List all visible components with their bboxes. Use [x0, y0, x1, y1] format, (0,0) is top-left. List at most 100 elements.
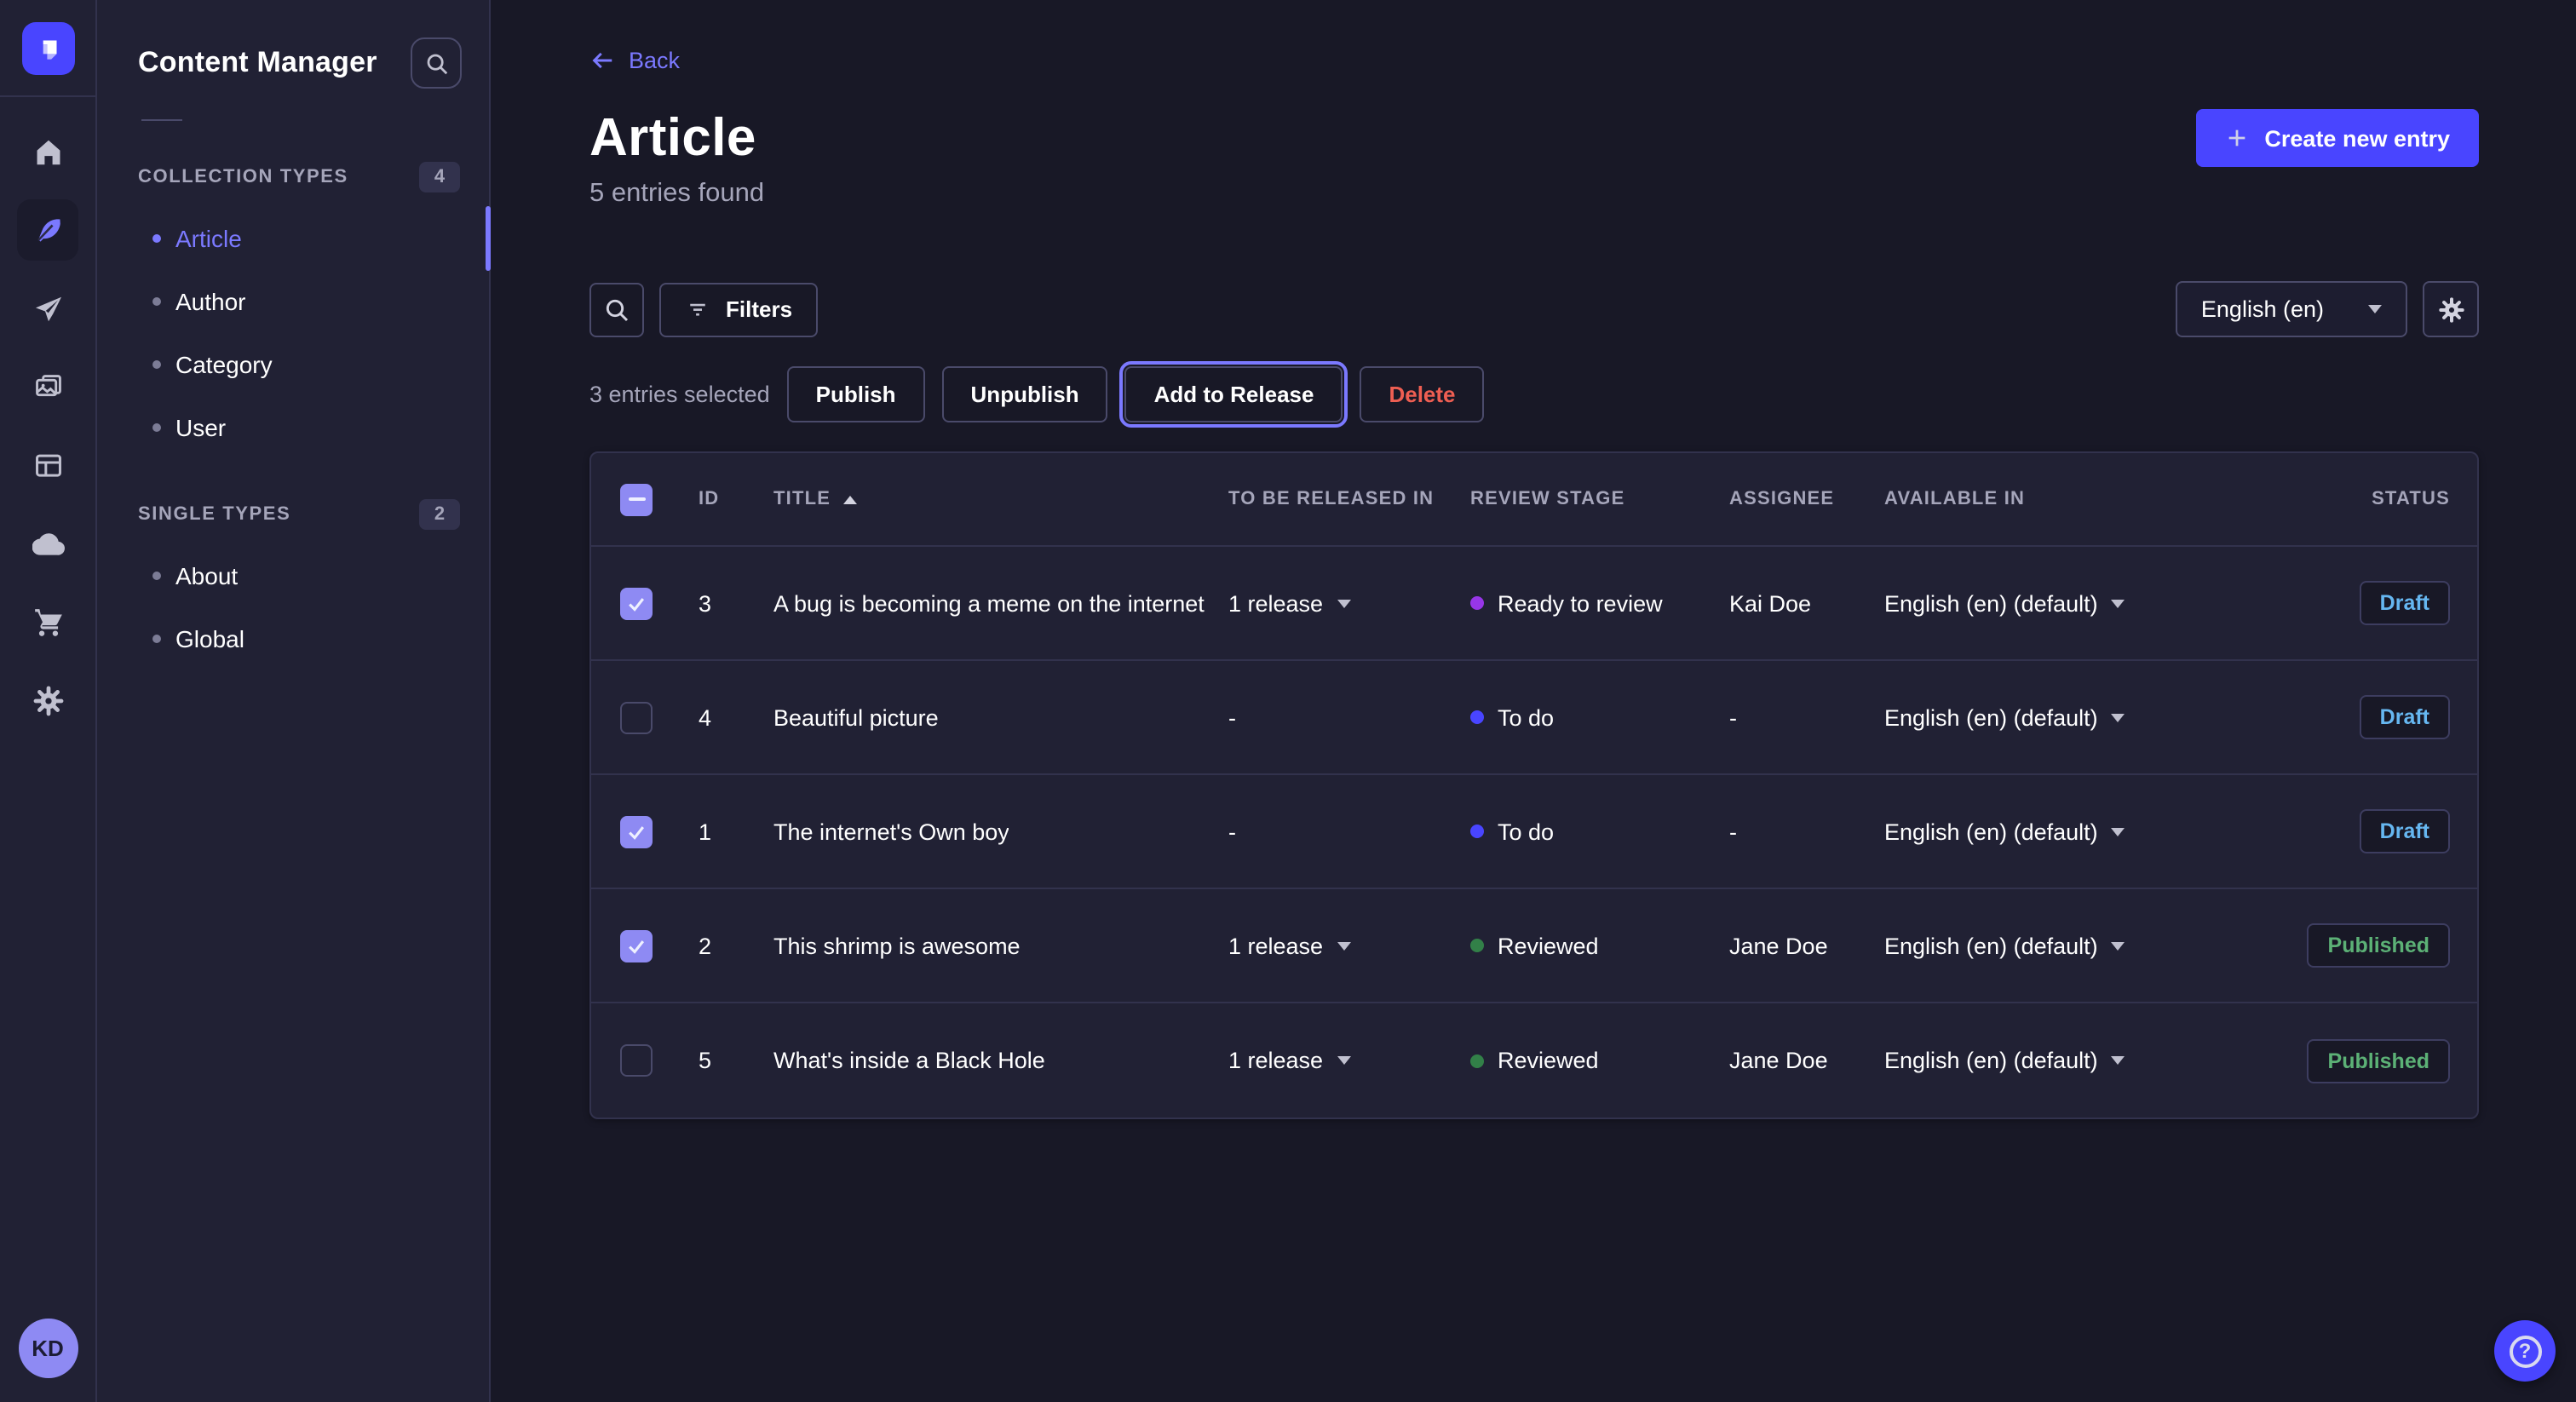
- status-badge: Draft: [2360, 809, 2450, 853]
- row-checkbox[interactable]: [620, 929, 653, 962]
- table-row[interactable]: 4 Beautiful picture - To do - English (e…: [591, 661, 2477, 775]
- sidebar-sections: COLLECTION TYPES4ArticleAuthorCategoryUs…: [97, 121, 489, 669]
- delete-button[interactable]: Delete: [1360, 366, 1484, 422]
- cell-available-in[interactable]: English (en) (default): [1884, 933, 2249, 958]
- back-label: Back: [629, 48, 680, 73]
- table-header-row: ID TITLE TO BE RELEASED IN REVIEW STAGE …: [591, 453, 2477, 547]
- cell-review-stage: Ready to review: [1470, 590, 1729, 616]
- available-in-value: English (en) (default): [1884, 590, 2098, 616]
- entries-table: ID TITLE TO BE RELEASED IN REVIEW STAGE …: [589, 451, 2479, 1119]
- filters-label: Filters: [726, 296, 792, 322]
- review-stage-label: To do: [1498, 704, 1554, 730]
- search-entries-icon[interactable]: [589, 282, 644, 336]
- back-link[interactable]: Back: [589, 48, 680, 73]
- select-all-checkbox[interactable]: [620, 483, 653, 515]
- locale-select[interactable]: English (en): [2176, 281, 2407, 337]
- column-header-title-label: TITLE: [773, 489, 831, 509]
- sidebar-item-author[interactable]: Author: [97, 269, 489, 332]
- sidebar-item-global[interactable]: Global: [97, 606, 489, 669]
- create-new-entry-button[interactable]: Create new entry: [2196, 109, 2479, 167]
- cell-available-in[interactable]: English (en) (default): [1884, 704, 2249, 730]
- sidebar-item-about[interactable]: About: [97, 543, 489, 606]
- chevron-down-icon: [2112, 827, 2125, 836]
- content-manager-feather-icon[interactable]: [17, 199, 78, 261]
- filters-button[interactable]: Filters: [659, 282, 818, 336]
- chevron-down-icon: [2368, 305, 2382, 313]
- main-content: Back Article 5 entries found Create new …: [491, 0, 2576, 1402]
- cell-to-be-released-in[interactable]: 1 release: [1228, 933, 1470, 958]
- release-value: -: [1228, 704, 1236, 730]
- table-row[interactable]: 1 The internet's Own boy - To do - Engli…: [591, 775, 2477, 889]
- section-count-badge: 4: [419, 162, 460, 192]
- sidebar-section: COLLECTION TYPES4ArticleAuthorCategoryUs…: [97, 162, 489, 458]
- column-header-review-stage: REVIEW STAGE: [1470, 489, 1729, 509]
- row-checkbox[interactable]: [620, 1044, 653, 1077]
- cell-to-be-released-in[interactable]: 1 release: [1228, 1048, 1470, 1073]
- cell-available-in[interactable]: English (en) (default): [1884, 819, 2249, 844]
- row-checkbox[interactable]: [620, 701, 653, 733]
- app: KD Content Manager COLLECTION TYPES4Arti…: [0, 0, 2576, 1402]
- column-header-status: STATUS: [2249, 489, 2450, 509]
- available-in-value: English (en) (default): [1884, 704, 2098, 730]
- cell-available-in[interactable]: English (en) (default): [1884, 1048, 2249, 1073]
- strapi-logo[interactable]: [21, 21, 74, 74]
- row-checkbox[interactable]: [620, 815, 653, 848]
- cell-available-in[interactable]: English (en) (default): [1884, 590, 2249, 616]
- release-value: -: [1228, 819, 1236, 844]
- cell-title: What's inside a Black Hole: [773, 1048, 1045, 1073]
- marketplace-cart-icon[interactable]: [17, 591, 78, 652]
- view-settings-gear-icon[interactable]: [2423, 281, 2479, 337]
- add-to-release-button[interactable]: Add to Release: [1125, 366, 1343, 422]
- strapi-logo-mark: [32, 32, 64, 64]
- sidebar-item-article[interactable]: Article: [97, 206, 489, 269]
- table-row[interactable]: 3 A bug is becoming a meme on the intern…: [591, 547, 2477, 661]
- table-row[interactable]: 5 What's inside a Black Hole 1 release R…: [591, 1003, 2477, 1118]
- cell-id: 4: [699, 704, 711, 730]
- user-avatar[interactable]: KD: [18, 1319, 78, 1378]
- media-library-icon[interactable]: [17, 356, 78, 417]
- cell-to-be-released-in[interactable]: 1 release: [1228, 590, 1470, 616]
- column-header-assignee: ASSIGNEE: [1729, 489, 1884, 509]
- review-stage-dot: [1470, 1054, 1484, 1067]
- status-badge: Draft: [2360, 695, 2450, 739]
- main-nav-rail: KD: [0, 0, 97, 1402]
- row-checkbox[interactable]: [620, 587, 653, 619]
- content-type-builder-icon[interactable]: [17, 434, 78, 496]
- table-row[interactable]: 2 This shrimp is awesome 1 release Revie…: [591, 889, 2477, 1003]
- releases-paper-plane-icon[interactable]: [17, 278, 78, 339]
- locale-value: English (en): [2201, 296, 2324, 322]
- sidebar-item-user[interactable]: User: [97, 395, 489, 458]
- entries-count: 5 entries found: [589, 179, 764, 210]
- sort-ascending-icon: [842, 495, 856, 503]
- settings-gear-icon[interactable]: [17, 669, 78, 731]
- unpublish-button[interactable]: Unpublish: [942, 366, 1108, 422]
- section-label: SINGLE TYPES: [138, 504, 290, 525]
- publish-button[interactable]: Publish: [787, 366, 925, 422]
- cell-review-stage: To do: [1470, 704, 1729, 730]
- cell-assignee: -: [1729, 704, 1737, 730]
- cell-id: 5: [699, 1048, 711, 1073]
- status-badge: Published: [2308, 923, 2450, 968]
- column-header-id[interactable]: ID: [699, 489, 773, 509]
- sidebar-item-category[interactable]: Category: [97, 332, 489, 395]
- filter-icon: [685, 296, 710, 322]
- logo-container: [0, 0, 95, 97]
- cell-assignee: Jane Doe: [1729, 933, 1828, 958]
- chevron-down-icon: [1337, 599, 1350, 607]
- cell-to-be-released-in[interactable]: -: [1228, 704, 1470, 730]
- home-icon[interactable]: [17, 121, 78, 182]
- cell-assignee: Kai Doe: [1729, 590, 1811, 616]
- chevron-down-icon: [1337, 1056, 1350, 1065]
- release-value: 1 release: [1228, 933, 1323, 958]
- search-icon[interactable]: [411, 37, 462, 89]
- column-header-title[interactable]: TITLE: [773, 489, 1228, 509]
- help-button[interactable]: ?: [2494, 1320, 2556, 1382]
- cell-id: 2: [699, 933, 711, 958]
- release-value: 1 release: [1228, 1048, 1323, 1073]
- cell-to-be-released-in[interactable]: -: [1228, 819, 1470, 844]
- deploy-cloud-icon[interactable]: [17, 513, 78, 574]
- rail-nav-items: [17, 97, 78, 731]
- chevron-down-icon: [2112, 713, 2125, 721]
- review-stage-label: Reviewed: [1498, 1048, 1599, 1073]
- chevron-down-icon: [1337, 941, 1350, 950]
